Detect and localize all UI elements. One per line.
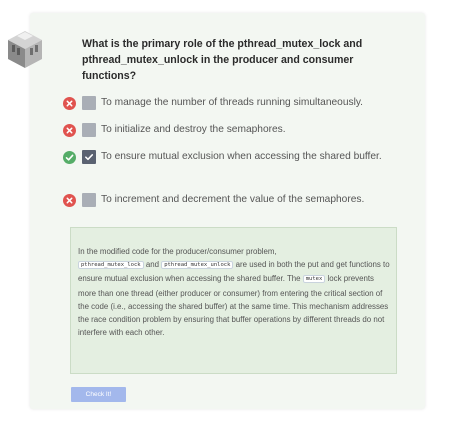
logo-icon xyxy=(8,31,42,68)
answer-option-label: To ensure mutual exclusion when accessin… xyxy=(101,151,382,162)
explanation-box: In the modified code for the producer/co… xyxy=(70,227,397,374)
code-mutex: mutex xyxy=(302,275,326,284)
checkbox[interactable] xyxy=(82,123,96,137)
code-pthread-mutex-lock: pthread_mutex_lock xyxy=(78,261,144,270)
checkbox-checked[interactable] xyxy=(82,150,96,164)
x-circle-icon xyxy=(63,124,76,137)
check-circle-icon xyxy=(63,151,76,164)
explanation-text: In the modified code for the producer/co… xyxy=(78,247,390,338)
question-text: What is the primary role of the pthread_… xyxy=(82,38,363,82)
x-circle-icon xyxy=(63,194,76,207)
x-circle-icon xyxy=(63,97,76,110)
answer-option-label: To increment and decrement the value of … xyxy=(101,194,365,205)
checkbox[interactable] xyxy=(82,96,96,110)
answer-option-label: To manage the number of threads running … xyxy=(101,97,364,108)
code-pthread-mutex-unlock: pthread_mutex_unlock xyxy=(161,261,234,270)
checkbox[interactable] xyxy=(82,193,96,207)
answer-option-label: To initialize and destroy the semaphores… xyxy=(101,124,286,135)
check-it-button[interactable]: Check It! xyxy=(71,387,126,402)
